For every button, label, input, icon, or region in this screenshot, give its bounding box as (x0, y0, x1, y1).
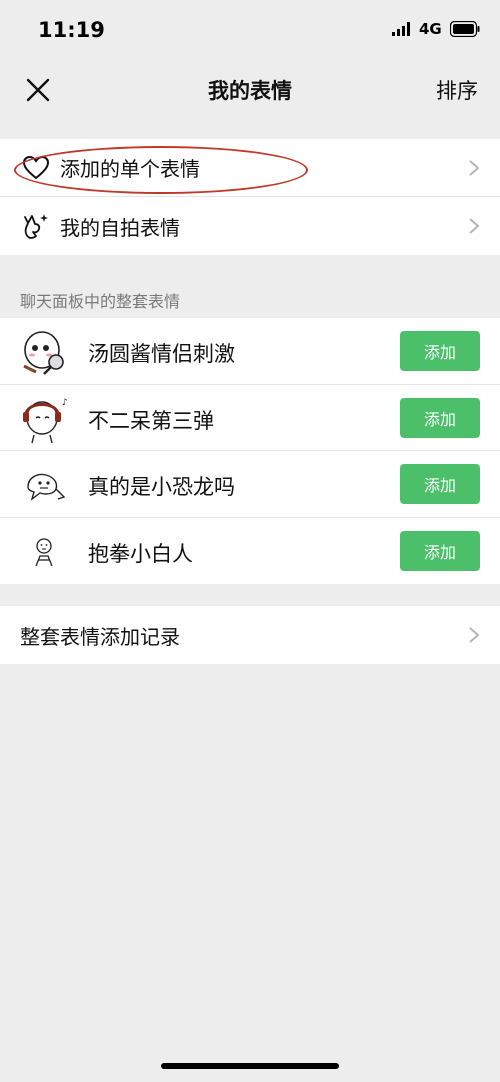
selfie-hand-icon (24, 214, 48, 239)
list-item[interactable]: 汤圆酱情侣刺激 添加 (0, 318, 500, 385)
pack-name: 汤圆酱情侣刺激 (88, 342, 235, 366)
pack-name: 不二呆第三弹 (88, 408, 214, 433)
chevron-right-icon (469, 160, 480, 176)
chevron-right-icon (469, 627, 480, 643)
section-title: 聊天面板中的整套表情 (20, 292, 181, 311)
chevron-right-icon (469, 218, 480, 234)
add-button[interactable]: 添加 (400, 331, 480, 371)
signal-icon (392, 22, 410, 36)
single-stickers-row[interactable]: 添加的单个表情 (0, 139, 500, 197)
add-button[interactable]: 添加 (400, 464, 480, 504)
page-title: 我的表情 (208, 79, 292, 103)
list-item[interactable]: 抱拳小白人 添加 (0, 518, 500, 585)
my-stickers-group: 添加的单个表情 我的自拍表情 (0, 139, 500, 255)
pack-name: 真的是小恐龙吗 (88, 475, 235, 499)
status-bar: 11:19 4G (0, 0, 500, 60)
nav-bar: 我的表情 排序 (0, 60, 500, 118)
home-indicator[interactable] (161, 1063, 339, 1069)
network-label: 4G (419, 20, 442, 38)
sort-button[interactable]: 排序 (436, 75, 478, 105)
battery-icon (450, 21, 480, 37)
selfie-stickers-label: 我的自拍表情 (60, 215, 180, 240)
sticker-thumbnail (35, 537, 53, 566)
add-button[interactable]: 添加 (400, 530, 480, 571)
add-button[interactable]: 添加 (400, 397, 480, 438)
single-stickers-label: 添加的单个表情 (60, 157, 200, 181)
list-item[interactable]: 真的是小恐龙吗 添加 (0, 451, 500, 518)
heart-icon (22, 155, 50, 180)
sticker-thumbnail (23, 331, 64, 375)
add-history-label: 整套表情添加记录 (20, 624, 180, 649)
history-group: 整套表情添加记录 (0, 606, 500, 664)
list-item[interactable]: ♪ 不二呆第三弹 添加 (0, 385, 500, 451)
add-history-row[interactable]: 整套表情添加记录 (0, 606, 500, 664)
svg-text:♪: ♪ (62, 398, 68, 408)
selfie-stickers-row[interactable]: 我的自拍表情 (0, 197, 500, 255)
sticker-packs-group: 汤圆酱情侣刺激 添加 ♪ 不二呆第三弹 添加 真的是小恐龙吗 添加 抱拳小白人 … (0, 318, 500, 584)
sticker-thumbnail (27, 473, 66, 501)
sticker-thumbnail: ♪ (23, 398, 68, 443)
pack-name: 抱拳小白人 (88, 541, 193, 566)
status-time: 11:19 (38, 18, 105, 42)
